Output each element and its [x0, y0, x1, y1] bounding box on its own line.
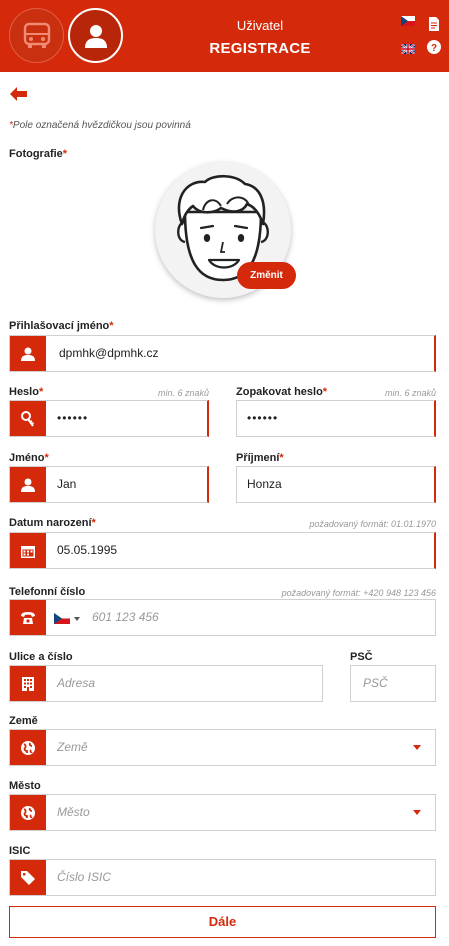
birth-date-hint: požadovaný formát: 01.01.1970 — [309, 519, 436, 529]
city-dropdown-caret-icon[interactable] — [413, 810, 421, 815]
phone-field[interactable]: 601 123 456 — [9, 599, 436, 636]
next-button[interactable]: Dále — [9, 906, 436, 938]
first-name-icon-box — [10, 467, 46, 502]
photo-label: Fotografie* — [9, 148, 68, 160]
country-placeholder: Země — [57, 740, 88, 754]
bus-icon — [23, 22, 50, 48]
city-label: Město — [9, 780, 41, 792]
page-title: REGISTRACE — [209, 40, 311, 57]
birth-date-icon-box — [10, 533, 46, 568]
login-field-icon-box — [10, 336, 46, 371]
phone-icon — [21, 611, 35, 624]
city-select[interactable]: Město — [9, 794, 436, 831]
login-value: dpmhk@dpmhk.cz — [59, 346, 159, 360]
first-name-field[interactable]: Jan — [9, 466, 209, 503]
last-name-value: Honza — [247, 477, 282, 491]
password-repeat-hint: min. 6 znaků — [384, 388, 436, 398]
country-dropdown-caret-icon[interactable] — [413, 745, 421, 750]
change-photo-button[interactable]: Změnit — [237, 262, 296, 289]
header-subtitle: Uživatel — [236, 18, 284, 33]
phone-hint: požadovaný formát: +420 948 123 456 — [281, 588, 436, 598]
password-repeat-value: •••••• — [247, 411, 279, 425]
calendar-icon — [21, 545, 35, 558]
zip-label: PSČ — [350, 651, 373, 663]
country-label: Země — [9, 715, 38, 727]
phone-placeholder: 601 123 456 — [92, 610, 159, 624]
back-arrow-icon[interactable] — [10, 87, 28, 101]
password-label: Heslo* — [9, 386, 44, 398]
user-icon — [21, 478, 35, 492]
street-field[interactable]: Adresa — [9, 665, 323, 702]
last-name-label: Příjmení* — [236, 452, 284, 464]
isic-placeholder: Číslo ISIC — [57, 870, 112, 884]
phone-icon-box — [10, 600, 46, 635]
building-icon — [22, 676, 34, 691]
first-name-value: Jan — [57, 477, 77, 491]
birth-date-label: Datum narození* — [9, 517, 96, 529]
city-placeholder: Město — [57, 805, 90, 819]
password-field-icon-box — [10, 401, 46, 436]
zip-placeholder: PSČ — [363, 676, 388, 690]
street-label: Ulice a číslo — [9, 651, 73, 663]
user-icon — [21, 347, 35, 361]
phone-label: Telefonní číslo — [9, 586, 86, 598]
country-code-caret-icon[interactable] — [74, 617, 80, 621]
country-icon-box — [10, 730, 46, 765]
street-placeholder: Adresa — [57, 676, 96, 690]
czech-flag-icon[interactable] — [401, 16, 415, 26]
password-value: •••••• — [57, 411, 89, 425]
uk-flag-icon[interactable] — [401, 44, 415, 54]
password-hint: min. 6 znaků — [157, 388, 209, 398]
zip-field[interactable]: PSČ — [350, 665, 436, 702]
help-icon[interactable]: ? — [427, 40, 441, 54]
last-name-field[interactable]: Honza — [236, 466, 436, 503]
user-icon — [84, 24, 107, 48]
login-field[interactable]: dpmhk@dpmhk.cz — [9, 335, 436, 372]
globe-icon — [21, 805, 35, 820]
street-icon-box — [10, 666, 46, 701]
password-repeat-label: Zopakovat heslo* — [236, 386, 328, 398]
globe-icon — [21, 740, 35, 755]
bus-mode-button[interactable] — [9, 8, 64, 63]
birth-date-value: 05.05.1995 — [57, 543, 118, 557]
svg-text:?: ? — [431, 43, 437, 54]
password-field[interactable]: •••••• — [9, 400, 209, 437]
country-code-flag-icon[interactable] — [54, 613, 70, 624]
isic-label: ISIC — [9, 845, 31, 857]
user-mode-button[interactable] — [68, 8, 123, 63]
isic-field[interactable]: Číslo ISIC — [9, 859, 436, 896]
country-select[interactable]: Země — [9, 729, 436, 766]
document-icon[interactable] — [427, 17, 441, 31]
key-icon — [21, 410, 34, 427]
password-repeat-field[interactable]: •••••• — [236, 400, 436, 437]
tag-icon — [21, 870, 35, 885]
birth-date-field[interactable]: 05.05.1995 — [9, 532, 436, 569]
login-label: Přihlašovací jméno* — [9, 320, 114, 332]
isic-icon-box — [10, 860, 46, 895]
app-header: Uživatel REGISTRACE ? — [0, 0, 449, 72]
city-icon-box — [10, 795, 46, 830]
required-fields-note: *Pole označená hvězdičkou jsou povinná — [9, 120, 191, 131]
first-name-label: Jméno* — [9, 452, 49, 464]
